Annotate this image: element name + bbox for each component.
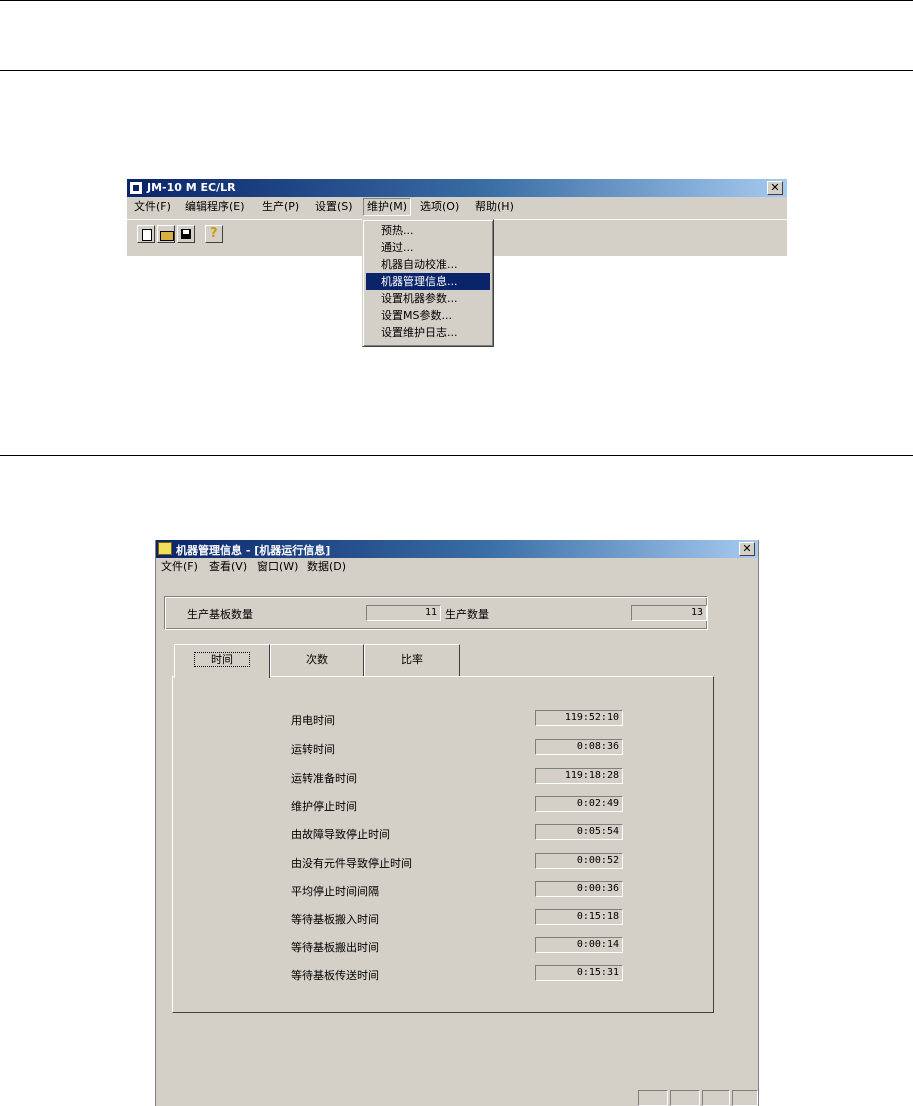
tab-ratio-label: 比率 <box>401 653 423 666</box>
time-panel: 用电时间 119:52:10 运转时间 0:08:36 运转准备时间 119:1… <box>172 676 714 1013</box>
row-value: 0:08:36 <box>535 739 623 755</box>
new-icon <box>142 229 152 241</box>
divider-2 <box>0 455 913 456</box>
boards-count-label: 生产基板数量 <box>187 608 253 621</box>
menu-settings[interactable]: 设置(S) <box>312 199 356 215</box>
row-label: 维护停止时间 <box>291 800 357 813</box>
top-rule <box>0 0 913 1</box>
status-pane <box>638 1090 668 1106</box>
row-label: 等待基板传送时间 <box>291 969 379 982</box>
row-label: 平均停止时间间隔 <box>291 885 379 898</box>
folder-edit-icon <box>158 542 172 555</box>
menu-file[interactable]: 文件(F) <box>161 559 198 574</box>
row-value: 0:00:36 <box>535 881 623 897</box>
status-bar <box>156 1090 758 1106</box>
menu-bar: 文件(F) 编辑程序(E) 生产(P) 设置(S) 维护(M) 选项(O) 帮助… <box>127 197 787 217</box>
tab-time-label: 时间 <box>194 652 250 667</box>
row-label: 用电时间 <box>291 714 335 727</box>
menu-item-preheat[interactable]: 预热... <box>366 222 490 239</box>
production-count-value: 13 <box>631 605 707 621</box>
menu-bar: 文件(F) 查看(V) 窗口(W) 数据(D) <box>156 558 758 575</box>
menu-data[interactable]: 数据(D) <box>307 559 346 574</box>
status-pane <box>702 1090 730 1106</box>
menu-item-ms-params[interactable]: 设置MS参数... <box>366 307 490 324</box>
machine-info-window: 机器管理信息 - [机器运行信息] ✕ 文件(F) 查看(V) 窗口(W) 数据… <box>155 540 759 1106</box>
row-value: 0:02:49 <box>535 796 623 812</box>
row-value: 0:00:14 <box>535 937 623 953</box>
menu-item-pass[interactable]: 通过... <box>366 239 490 256</box>
tab-count[interactable]: 次数 <box>270 644 364 676</box>
help-button[interactable]: ? <box>205 225 223 243</box>
open-icon <box>160 231 174 241</box>
row-value: 0:15:18 <box>535 909 623 925</box>
row-label: 运转时间 <box>291 743 335 756</box>
menu-options[interactable]: 选项(O) <box>417 199 462 215</box>
status-pane <box>670 1090 700 1106</box>
row-value: 0:00:52 <box>535 853 623 869</box>
menu-file[interactable]: 文件(F) <box>131 199 174 215</box>
menu-item-machine-params[interactable]: 设置机器参数... <box>366 290 490 307</box>
divider-1 <box>0 70 913 71</box>
boards-count-value: 11 <box>366 605 441 621</box>
row-value: 119:18:28 <box>535 768 623 784</box>
tab-time[interactable]: 时间 <box>174 644 270 678</box>
row-value: 0:05:54 <box>535 824 623 840</box>
menu-item-machine-management-info[interactable]: 机器管理信息... <box>366 273 490 290</box>
window-title: JM-10 M EC/LR <box>147 181 236 194</box>
save-file-button[interactable] <box>177 225 195 243</box>
row-label: 等待基板搬出时间 <box>291 941 379 954</box>
status-pane <box>732 1090 758 1106</box>
menu-edit-program[interactable]: 编辑程序(E) <box>182 199 248 215</box>
menu-production[interactable]: 生产(P) <box>259 199 302 215</box>
window-title: 机器管理信息 - [机器运行信息] <box>176 544 331 557</box>
menu-item-maintenance-log[interactable]: 设置维护日志... <box>366 324 490 341</box>
menu-window[interactable]: 窗口(W) <box>257 559 298 574</box>
menu-view[interactable]: 查看(V) <box>209 559 247 574</box>
menu-maintenance[interactable]: 维护(M) <box>363 198 412 216</box>
row-value: 0:15:31 <box>535 965 623 981</box>
menu-help[interactable]: 帮助(H) <box>472 199 517 215</box>
open-file-button[interactable] <box>157 225 175 243</box>
menu-item-auto-calibrate[interactable]: 机器自动校准... <box>366 256 490 273</box>
maintenance-dropdown: 预热... 通过... 机器自动校准... 机器管理信息... 设置机器参数..… <box>362 219 494 347</box>
tab-ratio[interactable]: 比率 <box>364 644 460 676</box>
close-button[interactable]: ✕ <box>739 542 755 556</box>
close-button[interactable]: ✕ <box>767 181 783 195</box>
title-bar: 机器管理信息 - [机器运行信息] ✕ <box>156 540 758 558</box>
app-icon <box>129 181 143 195</box>
production-summary: 生产基板数量 11 生产数量 13 <box>164 596 708 630</box>
tab-count-label: 次数 <box>306 653 328 666</box>
title-bar: JM-10 M EC/LR ✕ <box>127 179 787 197</box>
save-icon <box>181 229 191 239</box>
row-label: 由故障导致停止时间 <box>291 828 390 841</box>
new-file-button[interactable] <box>137 225 155 243</box>
row-label: 等待基板搬入时间 <box>291 913 379 926</box>
production-count-label: 生产数量 <box>445 608 489 621</box>
help-icon: ? <box>210 226 218 241</box>
row-value: 119:52:10 <box>535 710 623 726</box>
row-label: 由没有元件导致停止时间 <box>291 857 412 870</box>
row-label: 运转准备时间 <box>291 772 357 785</box>
